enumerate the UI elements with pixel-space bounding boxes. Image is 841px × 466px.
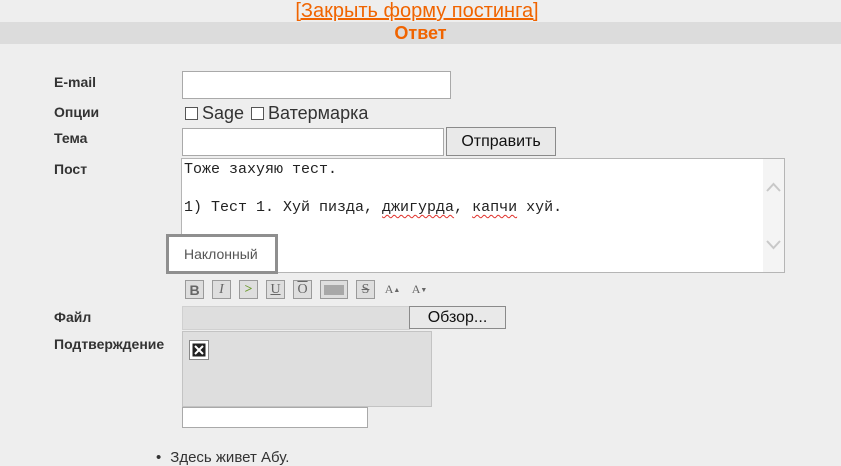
captcha-input[interactable] [182,407,368,428]
misspelled-word: капчи [472,199,518,216]
reply-title-bar: Ответ [0,22,841,44]
subscript-button[interactable]: A ▼ [410,280,429,299]
italic-icon: I [219,281,224,297]
sage-option[interactable]: Sage [185,103,244,124]
watermark-option-label: Ватермарка [268,103,369,123]
scroll-down-icon[interactable] [766,239,781,251]
submit-button[interactable]: Отправить [446,127,556,156]
post-text: Тоже захуяю тест. 1) Тест 1. Хуй пизда, … [184,160,759,217]
post-line-3: 1) Тест 1. Хуй пизда, джигурда, капчи ху… [184,199,562,216]
options-label: Опции [54,104,100,120]
bold-icon: B [189,281,200,298]
post-line-3-end: хуй. [517,199,563,216]
italic-button[interactable]: I [212,280,231,299]
textarea-scrollbar[interactable] [763,159,784,272]
overline-icon: O [297,281,308,297]
strike-button[interactable]: S [356,280,375,299]
reply-title: Ответ [394,23,447,43]
email-label: E-mail [54,74,97,90]
post-label: Пост [54,161,88,177]
captcha-label: Подтверждение [54,336,165,352]
file-label: Файл [54,309,92,325]
quote-icon: > [244,281,253,297]
post-line-3-start: 1) Тест 1. Хуй пизда, [184,199,383,216]
browse-button[interactable]: Обзор... [409,306,506,329]
spoiler-icon [324,284,344,295]
italic-tooltip: Наклонный [166,234,278,274]
spoiler-button[interactable] [320,280,348,299]
superscript-icon: A [384,282,394,296]
strike-icon: S [361,281,370,297]
post-line-1: Тоже захуяю тест. [184,161,338,178]
subject-label: Тема [54,130,88,146]
file-path-field[interactable] [182,306,410,330]
superscript-button[interactable]: A ▲ [383,280,402,299]
underline-button[interactable]: U [266,280,285,299]
post-line-3-separator: , [454,199,473,216]
overline-button[interactable]: O [293,280,312,299]
email-input[interactable] [182,71,451,99]
captcha-image-area [182,331,432,407]
bullet-icon: • [156,449,162,466]
subscript-mark-icon: ▼ [420,285,428,294]
underline-icon: U [270,281,281,297]
markup-toolbar: B I > U O S A ▲ A ▼ [185,280,437,300]
superscript-mark-icon: ▲ [393,285,401,294]
bold-button[interactable]: B [185,280,204,299]
rules-item-text: Здесь живет Абу. [170,449,290,466]
sage-checkbox[interactable] [185,107,198,120]
rules-list-item: • Здесь живет Абу. [156,449,289,466]
watermark-checkbox[interactable] [251,107,264,120]
sage-option-label: Sage [202,103,245,123]
misspelled-word: джигурда [382,199,455,216]
scroll-up-icon[interactable] [766,181,781,193]
watermark-option[interactable]: Ватермарка [251,103,368,124]
broken-image-icon [189,340,209,360]
subscript-icon: A [411,282,421,296]
subject-input[interactable] [182,128,444,156]
quote-button[interactable]: > [239,280,258,299]
close-posting-form-link[interactable]: [Закрыть форму постинга] [0,0,834,22]
